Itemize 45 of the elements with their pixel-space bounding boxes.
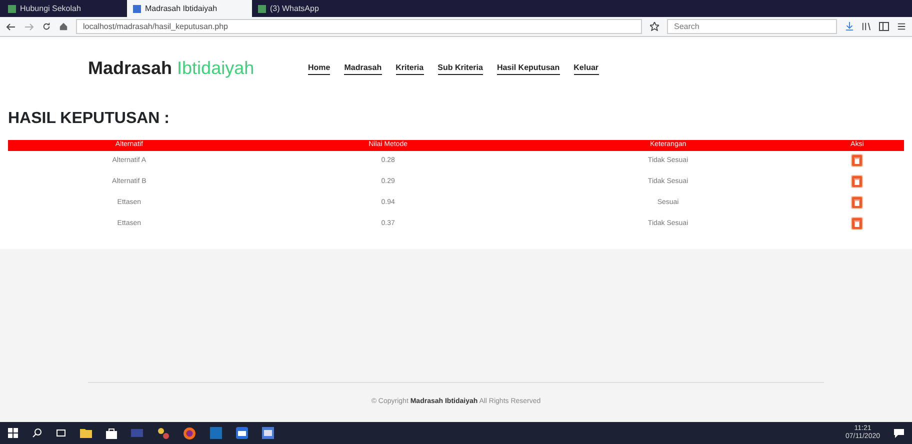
site-logo[interactable]: Madrasah Ibtidaiyah: [88, 54, 308, 82]
star-icon[interactable]: [650, 22, 659, 31]
nav-link[interactable]: Madrasah: [344, 62, 382, 74]
delete-button[interactable]: [851, 154, 864, 167]
tab-favicon-icon: [8, 4, 16, 12]
browser-tab[interactable]: Hubungi Sekolah: [2, 0, 127, 17]
browser-tab[interactable]: Madrasah Ibtidaiyah: [127, 0, 252, 17]
nav-link[interactable]: Keluar: [574, 62, 599, 74]
address-bar[interactable]: localhost/madrasah/hasil_keputusan.php: [76, 19, 642, 34]
nav-link[interactable]: Kriteria: [396, 62, 424, 74]
start-icon[interactable]: [8, 428, 18, 438]
tab-title: Hubungi Sekolah: [20, 2, 81, 14]
browser-icon[interactable]: [183, 426, 196, 440]
tab-favicon-icon: [133, 4, 141, 12]
download-icon[interactable]: [845, 22, 854, 31]
sidebar-icon[interactable]: [879, 22, 889, 31]
delete-button[interactable]: [851, 216, 864, 230]
tab-favicon-icon: [258, 4, 266, 12]
tab-title: Madrasah Ibtidaiyah: [145, 2, 218, 14]
search-icon[interactable]: [32, 428, 42, 438]
window-icon[interactable]: [262, 427, 274, 439]
tab-title: (3) WhatsApp: [270, 2, 319, 14]
page-heading: HASIL KEPUTUSAN :: [8, 109, 170, 128]
trash-icon: [854, 156, 860, 164]
notification-icon[interactable]: [894, 428, 904, 438]
home-icon[interactable]: [59, 22, 68, 31]
library-icon[interactable]: [862, 22, 871, 31]
mail-icon[interactable]: [236, 427, 248, 439]
search-field[interactable]: Search: [667, 19, 837, 34]
nav-link[interactable]: Sub Kriteria: [438, 62, 483, 74]
nav-link[interactable]: Hasil Keputusan: [496, 62, 560, 74]
reload-icon[interactable]: [42, 22, 51, 31]
folder-icon[interactable]: [80, 428, 92, 438]
trash-icon: [854, 198, 860, 206]
back-icon[interactable]: [6, 22, 16, 30]
delete-button[interactable]: [851, 196, 864, 209]
browser-tab[interactable]: (3) WhatsApp: [252, 0, 377, 17]
store-icon[interactable]: [106, 428, 117, 438]
task-view-icon[interactable]: [56, 428, 66, 438]
trash-icon: [854, 178, 860, 185]
menu-icon[interactable]: [897, 22, 906, 31]
app-icon[interactable]: [157, 427, 169, 439]
nav-link[interactable]: Home: [308, 62, 330, 74]
delete-button[interactable]: [851, 174, 864, 188]
trash-icon: [854, 220, 860, 227]
